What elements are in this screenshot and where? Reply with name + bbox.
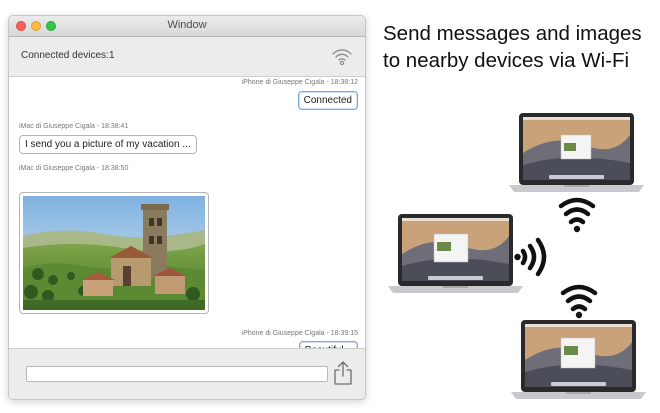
laptop-illustration (388, 214, 523, 301)
wifi-broadcast-icon (559, 283, 599, 319)
wifi-broadcast-icon (557, 196, 597, 234)
connected-devices-label: Connected devices: (21, 50, 109, 61)
vacation-photo (23, 196, 205, 310)
laptop-illustration (509, 113, 644, 200)
laptop-illustration (511, 320, 646, 407)
message-image[interactable] (19, 192, 209, 314)
message-bubble[interactable]: I send you a picture of my vacation ... (19, 135, 197, 154)
wifi-icon[interactable] (331, 46, 353, 66)
message-list[interactable]: iPhone di Giuseppe Cigala - 18:38:12 Con… (9, 77, 365, 360)
window-title: Window (167, 19, 207, 31)
message-input[interactable] (26, 366, 328, 382)
composer-bar (9, 348, 365, 399)
promo-headline-line: Send messages and images (383, 22, 642, 45)
app-window: Window Connected devices: 1 iPhone di Gi… (8, 15, 366, 400)
toolbar: Connected devices: 1 (9, 37, 365, 77)
wifi-broadcast-icon (514, 236, 550, 278)
message-sender-time: iMac di Giuseppe Cigala - 18:38:50 (19, 165, 129, 172)
connected-devices-count: 1 (109, 50, 115, 61)
title-bar[interactable]: Window (9, 16, 365, 37)
promo-headline: Send messages and images to nearby devic… (383, 20, 658, 74)
message-sender-time: iPhone di Giuseppe Cigala - 18:39:15 (241, 330, 358, 337)
message-sender-time: iPhone di Giuseppe Cigala - 18:38:12 (241, 79, 358, 86)
message-bubble[interactable]: Connected (297, 91, 358, 110)
message-sender-time: iMac di Giuseppe Cigala - 18:38:41 (19, 123, 129, 130)
share-icon[interactable] (332, 360, 354, 386)
promo-headline-line: to nearby devices via Wi-Fi (383, 49, 630, 72)
